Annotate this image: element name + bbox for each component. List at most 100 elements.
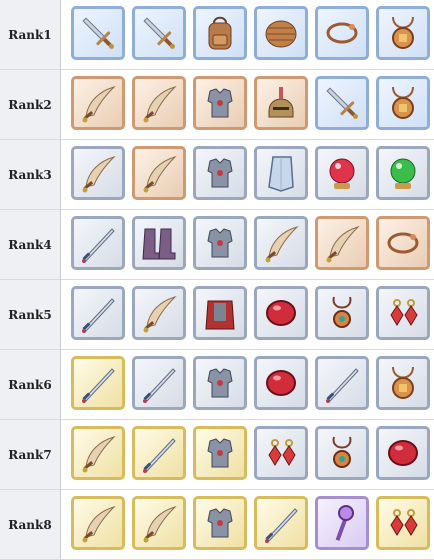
equipment-slot[interactable] (254, 356, 308, 410)
equipment-slot[interactable] (71, 6, 125, 60)
equipment-slot[interactable] (132, 426, 186, 480)
equipment-slot[interactable] (71, 76, 125, 130)
rank-label: Rank6 (0, 350, 61, 420)
rank-row: Rank1 (0, 0, 434, 70)
red-orb-icon (329, 158, 355, 189)
equipment-slot[interactable] (193, 426, 247, 480)
equipment-slot[interactable] (315, 6, 369, 60)
scimitar-icon (265, 225, 299, 263)
equipment-slot[interactable] (254, 146, 308, 200)
staff-icon (335, 505, 354, 541)
equipment-slot[interactable] (193, 216, 247, 270)
equipment-slot[interactable] (71, 286, 125, 340)
scimitar-icon (143, 295, 177, 333)
rank-row: Rank5 (0, 280, 434, 350)
bracelet-icon (326, 22, 358, 44)
amulet-icon (392, 16, 414, 49)
bracelet-icon (387, 232, 419, 254)
equipment-slot[interactable] (71, 426, 125, 480)
equipment-slot[interactable] (376, 356, 430, 410)
equipment-slots (61, 0, 434, 70)
katana-icon (82, 228, 115, 263)
equipment-slot[interactable] (315, 426, 369, 480)
scimitar-icon (143, 85, 177, 123)
cape-armor-icon (205, 300, 235, 330)
katana-icon (326, 368, 359, 403)
equipment-slot[interactable] (132, 496, 186, 550)
equipment-slot[interactable] (193, 76, 247, 130)
scimitar-icon (143, 155, 177, 193)
armor-icon (207, 228, 233, 258)
equipment-slots (61, 140, 434, 210)
scimitar-icon (143, 505, 177, 543)
rank-label: Rank2 (0, 70, 61, 140)
amulet-icon (392, 86, 414, 119)
katana-icon (143, 438, 176, 473)
armor-icon (207, 158, 233, 188)
equipment-slot[interactable] (376, 286, 430, 340)
equipment-slot[interactable] (71, 146, 125, 200)
equipment-slot[interactable] (254, 216, 308, 270)
equipment-slot[interactable] (254, 426, 308, 480)
equipment-slot[interactable] (193, 286, 247, 340)
rank-row: Rank2 (0, 70, 434, 140)
equipment-slots (61, 280, 434, 350)
equipment-slot[interactable] (315, 286, 369, 340)
rank-label: Rank8 (0, 490, 61, 560)
equipment-slot[interactable] (376, 426, 430, 480)
equipment-slot[interactable] (315, 146, 369, 200)
equipment-slots (61, 490, 434, 560)
scimitar-icon (82, 505, 116, 543)
equipment-slot[interactable] (193, 356, 247, 410)
equipment-slot[interactable] (254, 76, 308, 130)
equipment-slot[interactable] (254, 496, 308, 550)
equipment-slot[interactable] (71, 216, 125, 270)
equipment-slot[interactable] (376, 216, 430, 270)
amulet-icon (392, 366, 414, 399)
equipment-slot[interactable] (254, 6, 308, 60)
backpack-icon (208, 16, 232, 50)
equipment-slot[interactable] (132, 76, 186, 130)
equipment-slot[interactable] (376, 76, 430, 130)
ruby-icon (266, 370, 296, 396)
rank-row: Rank3 (0, 140, 434, 210)
equipment-slot[interactable] (193, 146, 247, 200)
equipment-slot[interactable] (376, 496, 430, 550)
equipment-slot[interactable] (376, 146, 430, 200)
tower-shield-icon (268, 156, 294, 192)
equipment-slot[interactable] (132, 216, 186, 270)
equipment-slot[interactable] (193, 496, 247, 550)
equipment-slot[interactable] (254, 286, 308, 340)
equipment-slot[interactable] (132, 146, 186, 200)
rank-label: Rank1 (0, 0, 61, 70)
equipment-slot[interactable] (132, 6, 186, 60)
equipment-slot[interactable] (315, 356, 369, 410)
ruby-icon (266, 300, 296, 326)
equipment-slot[interactable] (71, 356, 125, 410)
equipment-slot[interactable] (132, 356, 186, 410)
equipment-slot[interactable] (71, 496, 125, 550)
scimitar-icon (326, 225, 360, 263)
equipment-slot[interactable] (315, 216, 369, 270)
katana-icon (82, 368, 115, 403)
rank-row: Rank7 (0, 420, 434, 490)
boots-icon (142, 228, 176, 260)
rank-row: Rank4 (0, 210, 434, 280)
equipment-slot[interactable] (315, 76, 369, 130)
scimitar-icon (82, 85, 116, 123)
earring-icon (390, 509, 418, 536)
equipment-slot[interactable] (376, 6, 430, 60)
sword-icon (82, 17, 114, 49)
shield-icon (265, 20, 297, 48)
equipment-slots (61, 350, 434, 420)
armor-icon (207, 508, 233, 538)
equipment-slot[interactable] (132, 286, 186, 340)
sword-icon (143, 17, 175, 49)
equipment-slot[interactable] (193, 6, 247, 60)
katana-icon (82, 298, 115, 333)
pendant-icon (332, 436, 352, 468)
ruby-icon (388, 440, 418, 466)
equipment-slot[interactable] (315, 496, 369, 550)
katana-icon (143, 368, 176, 403)
rank-label: Rank7 (0, 420, 61, 490)
